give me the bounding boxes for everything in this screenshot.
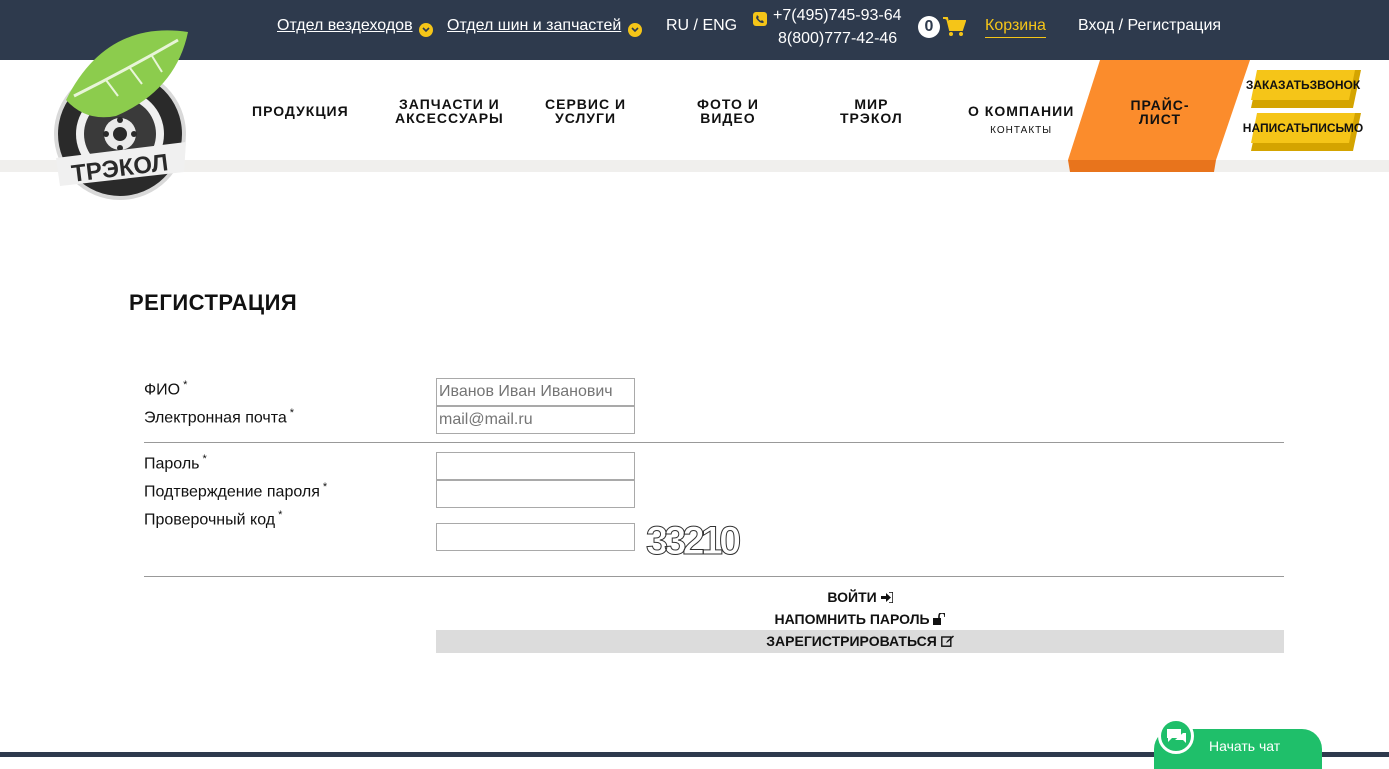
nav-world-line2[interactable]: ТРЭКОЛ (840, 110, 903, 126)
password-label: Пароль * (144, 453, 207, 473)
page-title: РЕГИСТРАЦИЯ (129, 290, 298, 315)
captcha-label: Проверочный код * (144, 509, 282, 529)
remind-password-label[interactable]: НАПОМНИТЬ ПАРОЛЬ (775, 611, 930, 627)
price-list-line2[interactable]: ЛИСТ (1139, 111, 1181, 127)
unlock-icon (933, 612, 947, 625)
fio-input[interactable] (436, 378, 635, 406)
nav-products-label[interactable]: ПРОДУКЦИЯ (252, 103, 349, 119)
order-callback-label[interactable]: ЗАКАЗАТЬ ЗВОНОК (1246, 70, 1360, 100)
required-mark: * (202, 453, 207, 465)
email-label-text: Электронная почта (144, 409, 287, 427)
callback-line1[interactable]: ЗАКАЗАТЬ (1246, 79, 1310, 91)
language-switch[interactable]: RU / ENG (666, 17, 737, 35)
required-mark: * (278, 509, 283, 521)
form-divider (144, 442, 1284, 443)
captcha-text: 33210 (646, 519, 740, 562)
phone-number-2[interactable]: 8(800)777-42-46 (778, 30, 897, 48)
confirm-password-input[interactable] (436, 480, 635, 508)
nav-service-line2[interactable]: УСЛУГИ (555, 110, 616, 126)
password-label-text: Пароль (144, 455, 200, 473)
register-button[interactable]: ЗАРЕГИСТРИРОВАТЬСЯ (436, 630, 1284, 653)
top-bar: Отдел вездеходов Отдел шин и запчастей R… (0, 0, 1389, 60)
cart-icon[interactable] (942, 16, 967, 43)
letter-line1[interactable]: НАПИСАТЬ (1243, 122, 1310, 134)
password-input[interactable] (436, 452, 635, 480)
phone-number-1[interactable]: +7(495)745-93-64 (773, 7, 902, 25)
trekol-logo[interactable]: ТРЭКОЛ (46, 30, 196, 200)
nav-parts[interactable]: ЗАПЧАСТИ И АКСЕССУАРЫ (395, 97, 504, 125)
chat-icon[interactable] (1158, 718, 1194, 754)
required-mark: * (322, 481, 328, 493)
dept-tires-link[interactable]: Отдел шин и запчастей (447, 17, 621, 35)
chevron-down-icon[interactable] (419, 23, 433, 37)
fio-label: ФИО * (144, 379, 187, 399)
nav-about-label[interactable]: О КОМПАНИИ (968, 103, 1074, 119)
edit-icon (940, 635, 954, 647)
start-chat-label[interactable]: Начать чат (1209, 738, 1280, 754)
confirm-label-text: Подтверждение пароля (144, 483, 320, 501)
form-divider (144, 576, 1284, 577)
nav-contacts-link[interactable]: КОНТАКТЫ (968, 124, 1074, 138)
nav-service[interactable]: СЕРВИС И УСЛУГИ (545, 97, 626, 125)
nav-photo-line2[interactable]: ВИДЕО (700, 110, 755, 126)
nav-about[interactable]: О КОМПАНИИ КОНТАКТЫ (968, 104, 1074, 138)
captcha-input[interactable] (436, 523, 635, 551)
captcha-label-text: Проверочный код (144, 511, 276, 529)
fio-label-text: ФИО (144, 381, 181, 399)
email-label: Электронная почта * (144, 407, 294, 427)
price-list-label[interactable]: ПРАЙС- ЛИСТ (1110, 98, 1210, 126)
login-action-label[interactable]: ВОЙТИ (827, 589, 876, 605)
required-mark: * (289, 407, 295, 419)
sign-in-icon (880, 591, 894, 604)
phone-icon (753, 12, 767, 26)
write-letter-button[interactable]: НАПИСАТЬ ПИСЬМО (1243, 113, 1363, 153)
remind-password-action[interactable]: НАПОМНИТЬ ПАРОЛЬ (436, 611, 1284, 627)
login-action[interactable]: ВОЙТИ (436, 589, 1284, 605)
chevron-down-icon[interactable] (628, 23, 642, 37)
nav-products[interactable]: ПРОДУКЦИЯ (252, 104, 349, 118)
login-register-link[interactable]: Вход / Регистрация (1078, 17, 1221, 35)
letter-line2[interactable]: ПИСЬМО (1310, 122, 1364, 134)
nav-world[interactable]: МИР ТРЭКОЛ (840, 97, 903, 125)
nav-photo-video[interactable]: ФОТО И ВИДЕО (697, 97, 759, 125)
cart-link[interactable]: Корзина (985, 17, 1046, 38)
cart-count-badge: 0 (918, 16, 940, 38)
order-callback-button[interactable]: ЗАКАЗАТЬ ЗВОНОК (1246, 70, 1361, 110)
confirm-password-label: Подтверждение пароля * (144, 481, 327, 501)
required-mark: * (183, 379, 188, 391)
captcha-image: 33210 (644, 516, 760, 567)
callback-line2[interactable]: ЗВОНОК (1310, 79, 1361, 91)
write-letter-label[interactable]: НАПИСАТЬ ПИСЬМО (1243, 113, 1363, 143)
email-input[interactable] (436, 406, 635, 434)
dept-vehicles-link[interactable]: Отдел вездеходов (277, 17, 413, 35)
nav-parts-line2[interactable]: АКСЕССУАРЫ (395, 110, 504, 126)
register-label[interactable]: ЗАРЕГИСТРИРОВАТЬСЯ (766, 633, 937, 649)
